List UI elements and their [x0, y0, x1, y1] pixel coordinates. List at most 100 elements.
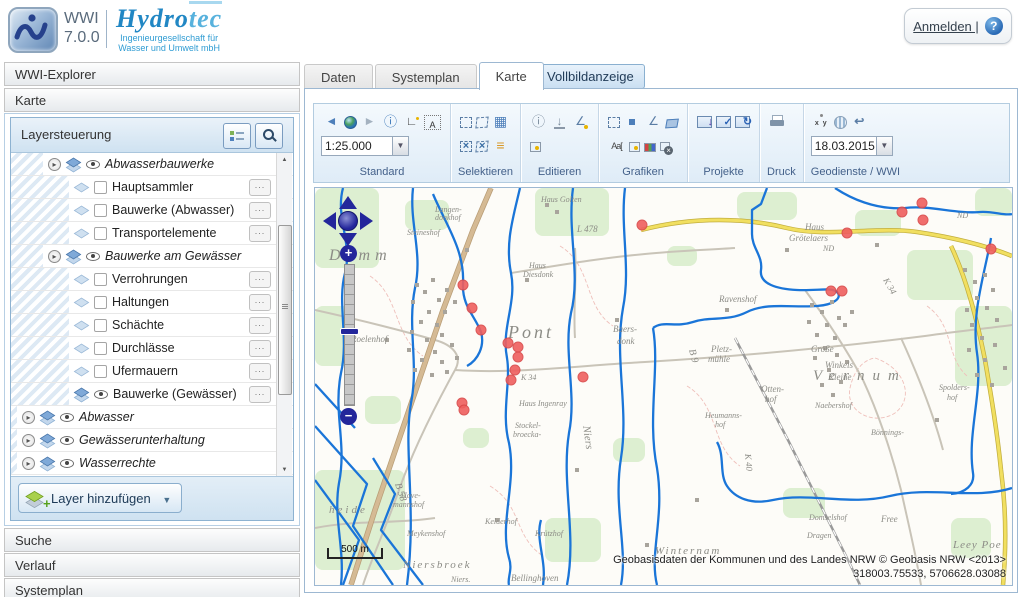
accordion-karte[interactable]: Karte: [4, 88, 300, 112]
layer-group-row[interactable]: ▸Wasserrechte: [11, 452, 293, 475]
map-marker[interactable]: [986, 244, 996, 254]
edit-info-icon[interactable]: [530, 113, 547, 130]
draw-point-icon[interactable]: [624, 113, 641, 130]
layer-search-button[interactable]: [255, 123, 283, 149]
back-icon[interactable]: [323, 113, 340, 130]
map-marker[interactable]: [842, 228, 852, 238]
layer-checkbox[interactable]: [94, 342, 107, 355]
zoom-slider-handle[interactable]: [340, 328, 359, 335]
layer-row[interactable]: Transportelemente...: [11, 222, 293, 245]
draw-polygon-icon[interactable]: [665, 118, 679, 128]
map-marker[interactable]: [513, 342, 523, 352]
layer-row[interactable]: Durchlässe...: [11, 337, 293, 360]
map-canvas[interactable]: DammPontVernumWinternamheideNiersbroekLe…: [314, 187, 1013, 586]
map-marker[interactable]: [503, 338, 513, 348]
date-select-value[interactable]: 18.03.2015: [811, 136, 877, 156]
map-marker[interactable]: [458, 280, 468, 290]
clear-rect-icon[interactable]: [460, 141, 472, 152]
expand-icon[interactable]: ▸: [48, 250, 61, 263]
tree-scrollbar[interactable]: ▲ ▼: [276, 153, 292, 478]
map-pan-control[interactable]: [325, 198, 371, 244]
map-marker[interactable]: [918, 215, 928, 225]
layer-options-button[interactable]: ...: [249, 179, 271, 196]
expand-icon[interactable]: ▸: [22, 434, 35, 447]
pan-right-icon[interactable]: [360, 212, 373, 230]
map-marker[interactable]: [917, 198, 927, 208]
map-marker[interactable]: [578, 372, 588, 382]
layer-options-button[interactable]: ...: [249, 363, 271, 380]
layer-checkbox[interactable]: [94, 365, 107, 378]
visibility-eye-icon[interactable]: [86, 160, 100, 169]
label-box-icon[interactable]: [424, 115, 441, 130]
visibility-eye-icon[interactable]: [60, 413, 74, 422]
layer-options-button[interactable]: ...: [249, 271, 271, 288]
draw-line-icon[interactable]: [645, 113, 662, 130]
expand-icon[interactable]: ▸: [48, 158, 61, 171]
map-marker[interactable]: [467, 303, 477, 313]
marker-info-icon[interactable]: [382, 113, 399, 130]
map-marker[interactable]: [513, 352, 523, 362]
layer-row[interactable]: Bauwerke (Abwasser)...: [11, 199, 293, 222]
layer-checkbox[interactable]: [94, 319, 107, 332]
scale-select-value[interactable]: 1:25.000: [321, 136, 393, 156]
select-table-icon[interactable]: [492, 113, 509, 130]
draw-rect-icon[interactable]: [608, 117, 620, 128]
scroll-up-icon[interactable]: ▲: [277, 153, 292, 168]
accordion-systemplan[interactable]: Systemplan: [4, 578, 300, 597]
print-icon[interactable]: [769, 113, 786, 130]
pan-up-icon[interactable]: [339, 196, 357, 209]
visibility-eye-icon[interactable]: [60, 459, 74, 468]
help-icon[interactable]: ?: [985, 17, 1003, 35]
goto-info-icon[interactable]: [851, 113, 868, 130]
select-poly-icon[interactable]: [475, 117, 488, 129]
scale-select-dropdown-icon[interactable]: ▼: [393, 136, 409, 156]
zoom-in-button[interactable]: +: [340, 245, 357, 262]
select-list-icon[interactable]: [492, 137, 509, 154]
globe-icon[interactable]: [344, 116, 357, 129]
map-marker[interactable]: [837, 286, 847, 296]
layer-row[interactable]: Ufermauern...: [11, 360, 293, 383]
visibility-eye-icon[interactable]: [94, 390, 108, 399]
map-marker[interactable]: [510, 365, 520, 375]
add-layer-button[interactable]: + Layer hinzufügen ▼: [18, 483, 182, 513]
layer-options-button[interactable]: ...: [249, 386, 271, 403]
zoom-out-button[interactable]: −: [340, 408, 357, 425]
edit-import-icon[interactable]: [551, 113, 568, 130]
layer-row[interactable]: Verrohrungen...: [11, 268, 293, 291]
pan-left-icon[interactable]: [323, 212, 336, 230]
layer-group-row[interactable]: ▸Gewässerunterhaltung: [11, 429, 293, 452]
edit-rect-icon[interactable]: [530, 142, 541, 152]
layer-checkbox[interactable]: [94, 227, 107, 240]
layer-group-row[interactable]: ▸Abwasserbauwerke: [11, 153, 293, 176]
tab-karte[interactable]: Karte: [479, 62, 544, 90]
layer-checkbox[interactable]: [94, 204, 107, 217]
layer-row[interactable]: Schächte...: [11, 314, 293, 337]
layer-options-button[interactable]: ...: [249, 340, 271, 357]
project-reload-icon[interactable]: [735, 116, 750, 128]
accordion-wwi-explorer[interactable]: WWI-Explorer: [4, 62, 300, 86]
draw-style-icon[interactable]: [629, 142, 640, 152]
tab-daten[interactable]: Daten: [304, 64, 373, 90]
clear-poly-icon[interactable]: [475, 141, 488, 153]
layer-row[interactable]: Haltungen...: [11, 291, 293, 314]
layer-row[interactable]: Bauwerke (Gewässer)...: [11, 383, 293, 406]
scrollbar-thumb[interactable]: [278, 225, 292, 395]
login-link[interactable]: Anmelden |: [913, 19, 979, 34]
date-select-dropdown-icon[interactable]: ▼: [877, 136, 893, 156]
accordion-suche[interactable]: Suche: [4, 528, 300, 552]
layer-group-row[interactable]: ▸Abwasser: [11, 406, 293, 429]
visibility-eye-icon[interactable]: [86, 252, 100, 261]
visibility-eye-icon[interactable]: [60, 436, 74, 445]
layer-row[interactable]: Hauptsammler...: [11, 176, 293, 199]
forward-icon[interactable]: [361, 113, 378, 130]
draw-text-icon[interactable]: [608, 137, 625, 154]
accordion-verlauf[interactable]: Verlauf: [4, 553, 300, 577]
expand-icon[interactable]: ▸: [22, 411, 35, 424]
map-marker[interactable]: [637, 220, 647, 230]
layer-checkbox[interactable]: [94, 296, 107, 309]
map-marker[interactable]: [459, 405, 469, 415]
layer-checkbox[interactable]: [94, 181, 107, 194]
layer-options-button[interactable]: ...: [249, 202, 271, 219]
map-marker[interactable]: [897, 207, 907, 217]
edit-line-icon[interactable]: [572, 113, 589, 130]
